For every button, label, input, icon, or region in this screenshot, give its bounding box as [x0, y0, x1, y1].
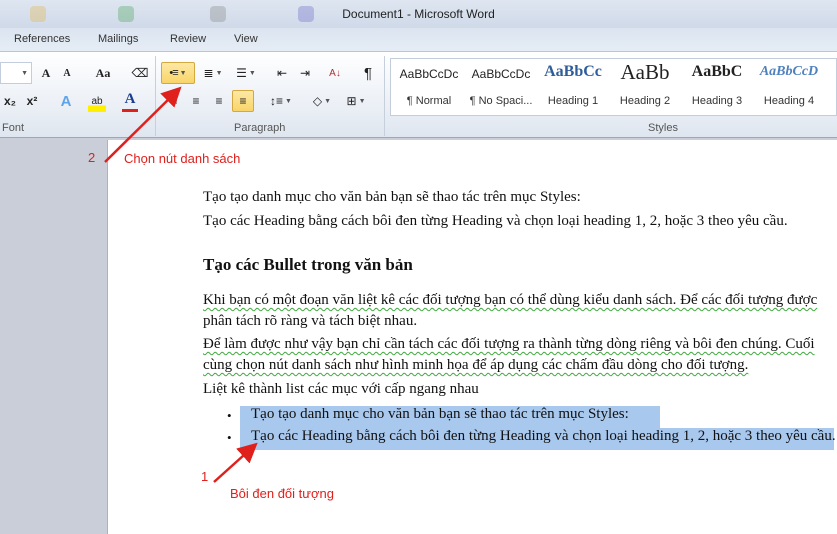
doc-heading: Tạo các Bullet trong văn bản	[203, 255, 413, 274]
step-2-label: Chọn nút danh sách	[124, 151, 241, 166]
change-case-button[interactable]: Aa	[90, 62, 116, 84]
step-1-number: 1	[201, 469, 209, 484]
increase-indent-icon[interactable]: ⇥	[295, 62, 315, 84]
ribbon-tabs: References Mailings Review View	[0, 28, 837, 52]
sort-button[interactable]: A↓	[325, 62, 345, 84]
tab-references[interactable]: References	[14, 33, 70, 45]
clear-formatting-icon[interactable]: ⌫	[130, 62, 150, 84]
doc-line: Tạo các Heading bằng cách bôi đen từng H…	[203, 213, 788, 229]
subscript-button[interactable]: x₂	[2, 90, 18, 112]
borders-icon[interactable]: ⊞ ▼	[342, 90, 370, 112]
bullet-item-selected: Tạo các Heading bằng cách bôi đen từng H…	[240, 428, 836, 450]
step-1-label: Bôi đen đối tượng	[230, 486, 334, 501]
tab-review[interactable]: Review	[170, 33, 206, 45]
window-title: Document1 - Microsoft Word	[342, 7, 495, 21]
style-heading-3[interactable]: AaBbC Heading 3	[681, 59, 753, 115]
doc-line: Để làm được như vậy bạn chỉ cần tách các…	[203, 336, 815, 352]
decrease-indent-icon[interactable]: ⇤	[272, 62, 292, 84]
style-heading-4[interactable]: AaBbCcD Heading 4	[753, 59, 825, 115]
shrink-font-button[interactable]: A	[58, 62, 76, 84]
align-right-icon[interactable]: ≡	[209, 90, 229, 112]
line-spacing-icon[interactable]: ↕≡ ▼	[268, 90, 294, 112]
numbering-button[interactable]: ≣ ▼	[199, 62, 227, 84]
title-bar: Document1 - Microsoft Word	[0, 0, 837, 28]
tab-mailings[interactable]: Mailings	[98, 33, 138, 45]
show-formatting-button[interactable]: ¶	[358, 62, 378, 84]
paragraph-group-label: Paragraph	[234, 122, 286, 134]
bullet-list-icon: •≡	[169, 67, 178, 79]
grow-font-button[interactable]: A	[36, 62, 56, 84]
style-heading-2[interactable]: AaBb Heading 2	[609, 59, 681, 115]
font-group-label: Font	[2, 122, 25, 134]
bullet-item-selected: Tạo tạo danh mục cho văn bản bạn sẽ thao…	[240, 406, 660, 428]
text-effects-button[interactable]: A	[56, 90, 76, 112]
numbered-list-icon: ≣	[203, 66, 214, 80]
font-size-select[interactable]: ▼	[0, 62, 32, 84]
doc-line: Khi bạn có một đoạn văn liệt kê các đối …	[203, 292, 818, 308]
bullets-button[interactable]: •≡ ▼	[161, 62, 195, 84]
ribbon: ▼ A A Aa ⌫ x₂ x² A ab A Font •≡ ▼ ≣ ▼ ☰ ▼ ⇤…	[0, 51, 837, 138]
doc-line: cùng chọn nút danh sách như hình minh họ…	[203, 357, 749, 373]
doc-line: phân tách rõ ràng và tách biệt nhau.	[203, 313, 418, 329]
justify-icon[interactable]: ≡	[232, 90, 254, 112]
font-color-button[interactable]: A	[122, 90, 138, 112]
step-2-number: 2	[88, 150, 96, 165]
align-left-icon[interactable]: ≡	[164, 90, 184, 112]
doc-line: Liệt kê thành list các mục với cấp ngang…	[203, 381, 479, 397]
bullet-icon: •	[227, 408, 232, 423]
styles-gallery: AaBbCcDc ¶ Normal AaBbCcDc ¶ No Spaci... A…	[390, 58, 837, 116]
superscript-button[interactable]: x²	[24, 90, 40, 112]
tab-view[interactable]: View	[234, 33, 258, 45]
shading-icon[interactable]: ◇ ▼	[308, 90, 336, 112]
style-normal[interactable]: AaBbCcDc ¶ Normal	[393, 59, 465, 115]
styles-group-label: Styles	[648, 122, 678, 134]
align-center-icon[interactable]: ≡	[186, 90, 206, 112]
bullet-icon: •	[227, 430, 232, 445]
style-no-spacing[interactable]: AaBbCcDc ¶ No Spaci...	[465, 59, 537, 115]
highlight-button[interactable]: ab	[88, 90, 106, 112]
doc-line: Tạo tạo danh mục cho văn bản bạn sẽ thao…	[203, 189, 581, 205]
multilevel-list-icon: ☰	[236, 66, 247, 80]
style-heading-1[interactable]: AaBbCc Heading 1	[537, 59, 609, 115]
multilevel-list-button[interactable]: ☰ ▼	[232, 62, 260, 84]
